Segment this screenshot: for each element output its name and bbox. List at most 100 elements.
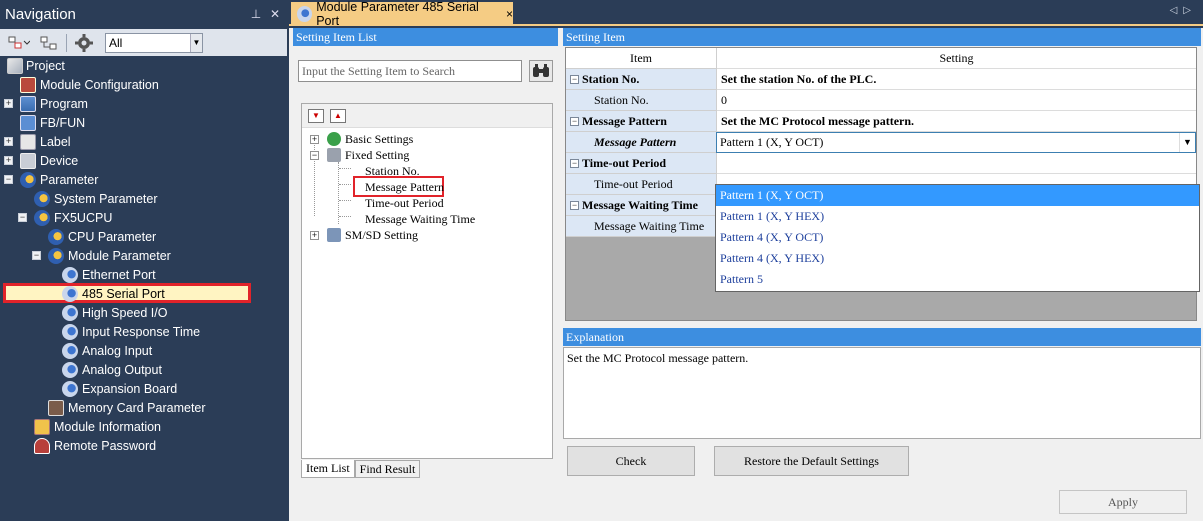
tree-line <box>339 216 351 217</box>
tree-item-analog-input[interactable]: Analog Input <box>0 341 287 360</box>
binoculars-icon[interactable] <box>529 60 553 82</box>
tab-scroll-arrows-icon[interactable]: ◁▷ <box>1170 5 1197 16</box>
expand-tree-button[interactable] <box>6 33 32 53</box>
expand-icon[interactable]: + <box>310 231 319 240</box>
expand-icon[interactable]: + <box>4 156 13 165</box>
collapse-icon[interactable]: − <box>18 213 27 222</box>
collapse-icon[interactable]: − <box>570 159 579 168</box>
tree-line <box>339 168 351 169</box>
tree-item-module-information[interactable]: Module Information <box>0 417 287 436</box>
option-pattern-1-oct[interactable]: Pattern 1 (X, Y OCT) <box>716 185 1199 206</box>
row-item[interactable]: Time-out Period <box>566 174 717 195</box>
filter-select[interactable]: All ▼ <box>105 32 203 53</box>
row-item[interactable]: Message Pattern <box>566 132 717 153</box>
tree-item-label: Input Response Time <box>82 324 201 339</box>
tree-item-fx5ucpu[interactable]: − FX5UCPU <box>0 208 287 227</box>
memory-card-icon <box>48 399 64 416</box>
tab-module-parameter-485[interactable]: Module Parameter 485 Serial Port × <box>291 0 513 28</box>
tree-item-analog-output[interactable]: Analog Output <box>0 360 287 379</box>
apply-button[interactable]: Apply <box>1059 490 1187 514</box>
row-setting[interactable]: 0 <box>717 90 1196 111</box>
list-item-basic-settings[interactable]: Basic Settings <box>345 131 413 147</box>
list-bottom-tabs: Item List Find Result <box>301 460 421 478</box>
row-item[interactable]: − Station No. <box>566 69 717 90</box>
filter-value: All <box>109 35 123 50</box>
tree-item-memory-card-parameter[interactable]: Memory Card Parameter <box>0 398 287 417</box>
tree-item-expansion-board[interactable]: Expansion Board <box>0 379 287 398</box>
row-item[interactable]: Message Waiting Time <box>566 216 717 237</box>
tree-item-device[interactable]: + Device <box>0 151 287 170</box>
row-item-label: Message Pattern <box>594 135 677 149</box>
pin-icon[interactable]: ⊥ <box>249 7 263 21</box>
collapse-all-icon[interactable]: ▲ <box>330 108 346 123</box>
collapse-icon[interactable]: − <box>570 201 579 210</box>
tab-find-result[interactable]: Find Result <box>354 460 421 478</box>
tree-item-high-speed-io[interactable]: High Speed I/O <box>0 303 287 322</box>
table-row: − Message Pattern Set the MC Protocol mes… <box>566 111 1196 132</box>
close-icon[interactable]: ✕ <box>268 7 282 21</box>
tree-item-ethernet-port[interactable]: Ethernet Port <box>0 265 287 284</box>
expand-icon[interactable]: + <box>310 135 319 144</box>
tree-item-fb-fun[interactable]: FB/FUN <box>0 113 287 132</box>
tree-item-parameter[interactable]: − Parameter <box>0 170 287 189</box>
setting-tree-toolbar: ▼ ▲ <box>302 104 552 128</box>
tree-item-485-serial-port[interactable]: 485 Serial Port <box>0 284 287 303</box>
navigation-toolbar: All ▼ <box>0 29 287 56</box>
option-pattern-1-hex[interactable]: Pattern 1 (X, Y HEX) <box>716 206 1199 227</box>
navigation-header: Navigation ⊥ ✕ <box>0 0 287 28</box>
row-item[interactable]: − Message Pattern <box>566 111 717 132</box>
list-item-message-pattern[interactable]: Message Pattern <box>365 179 444 195</box>
row-item-label: Message Pattern <box>582 114 667 128</box>
setting-item-list-header: Setting Item List <box>293 28 558 46</box>
expand-icon[interactable]: + <box>4 137 13 146</box>
tree-item-system-parameter[interactable]: System Parameter <box>0 189 287 208</box>
expand-all-icon[interactable]: ▼ <box>308 108 324 123</box>
row-item[interactable]: − Time-out Period <box>566 153 717 174</box>
tree-item-label[interactable]: + Label <box>0 132 287 151</box>
port-icon <box>62 266 78 283</box>
search-input[interactable]: Input the Setting Item to Search <box>298 60 522 82</box>
close-tab-icon[interactable]: × <box>506 7 513 21</box>
tree-item-label: CPU Parameter <box>68 229 157 244</box>
collapse-icon[interactable]: − <box>570 75 579 84</box>
tree-item-input-response-time[interactable]: Input Response Time <box>0 322 287 341</box>
parameter-icon <box>20 171 36 188</box>
tree-item-module-configuration[interactable]: Module Configuration <box>0 75 287 94</box>
tree-item-module-parameter[interactable]: − Module Parameter <box>0 246 287 265</box>
parameter-editor: Setting Item List Input the Setting Item… <box>289 28 1203 521</box>
column-header-setting: Setting <box>717 48 1196 69</box>
tree-item-cpu-parameter[interactable]: CPU Parameter <box>0 227 287 246</box>
collapse-icon[interactable]: − <box>310 151 319 160</box>
list-item-sm-sd-setting[interactable]: SM/SD Setting <box>345 227 418 243</box>
option-pattern-5[interactable]: Pattern 5 <box>716 269 1199 290</box>
tab-item-list[interactable]: Item List <box>301 460 355 478</box>
tree-item-label: Parameter <box>40 172 99 187</box>
program-icon <box>20 95 36 112</box>
check-button[interactable]: Check <box>567 446 695 476</box>
list-item-time-out-period[interactable]: Time-out Period <box>365 195 444 211</box>
row-item-label: Message Waiting Time <box>594 219 705 233</box>
collapse-icon[interactable]: − <box>570 117 579 126</box>
collapse-tree-button[interactable] <box>36 33 62 53</box>
option-pattern-4-hex[interactable]: Pattern 4 (X, Y HEX) <box>716 248 1199 269</box>
message-pattern-select[interactable]: Pattern 1 (X, Y OCT) ▼ <box>716 132 1196 153</box>
tree-item-label: Expansion Board <box>82 381 178 396</box>
expand-icon[interactable]: + <box>4 99 13 108</box>
tree-item-remote-password[interactable]: Remote Password <box>0 436 287 455</box>
gear-icon[interactable] <box>71 33 97 53</box>
row-item[interactable]: − Message Waiting Time <box>566 195 717 216</box>
parameter-icon <box>34 209 50 226</box>
tree-item-label: System Parameter <box>54 191 158 206</box>
option-pattern-4-oct[interactable]: Pattern 4 (X, Y OCT) <box>716 227 1199 248</box>
list-item-fixed-setting[interactable]: Fixed Setting <box>345 147 409 163</box>
collapse-icon[interactable]: − <box>32 251 41 260</box>
tree-item-label: Device <box>40 153 79 168</box>
sm-sd-icon <box>327 228 341 242</box>
restore-defaults-button[interactable]: Restore the Default Settings <box>714 446 909 476</box>
list-item-message-waiting-time[interactable]: Message Waiting Time <box>365 211 475 227</box>
tree-item-program[interactable]: + Program <box>0 94 287 113</box>
tree-item-project[interactable]: Project <box>0 56 287 75</box>
row-item[interactable]: Station No. <box>566 90 717 111</box>
chevron-down-icon[interactable]: ▼ <box>190 33 202 52</box>
collapse-icon[interactable]: − <box>4 175 13 184</box>
